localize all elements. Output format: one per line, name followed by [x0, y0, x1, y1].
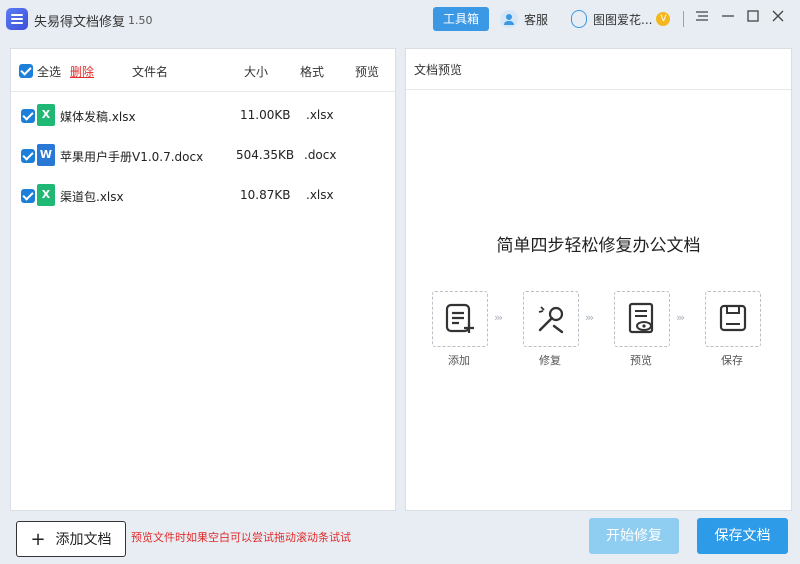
file-list-header: 全选 删除 文件名 大小 格式 预览 [11, 49, 395, 92]
step-save [705, 291, 761, 347]
plus-icon: + [30, 528, 46, 550]
qq-icon [571, 10, 587, 28]
file-checkbox[interactable] [21, 189, 35, 203]
select-all-label[interactable]: 全选 [37, 63, 61, 80]
step-add-label: 添加 [448, 354, 470, 367]
vip-badge-icon: V [656, 12, 671, 26]
file-format: .xlsx [306, 108, 334, 122]
file-format: .xlsx [306, 188, 334, 202]
repair-tools-icon [538, 306, 564, 334]
preview-document-icon [628, 302, 654, 334]
maximize-icon[interactable] [745, 9, 761, 27]
file-size: 11.00KB [240, 108, 291, 122]
add-document-icon [445, 303, 474, 333]
preview-title: 文档预览 [414, 63, 463, 77]
step-arrow-icon: ››› [676, 311, 685, 324]
step-repair-label: 修复 [539, 354, 561, 367]
file-checkbox[interactable] [21, 109, 35, 123]
toolbox-button[interactable]: 工具箱 [433, 7, 489, 31]
customer-service-icon [500, 10, 518, 28]
user-name: 图图爱花... [593, 12, 653, 27]
minimize-icon[interactable] [720, 9, 736, 27]
app-title: 失易得文档修复 [34, 15, 126, 30]
start-repair-button[interactable]: 开始修复 [589, 518, 679, 554]
file-size: 504.35KB [236, 148, 295, 162]
step-repair [523, 291, 579, 347]
file-name: 渠道包.xlsx [60, 190, 124, 204]
column-header-preview: 预览 [355, 65, 380, 79]
file-name: 媒体发稿.xlsx [60, 110, 136, 124]
file-row[interactable]: W 苹果用户手册V1.0.7.docx 504.35KB .docx [11, 136, 395, 176]
excel-icon: X [37, 104, 55, 126]
customer-service-label: 客服 [524, 12, 549, 27]
select-all-checkbox[interactable] [19, 64, 33, 78]
step-arrow-icon: ››› [585, 311, 594, 324]
file-row[interactable]: X 媒体发稿.xlsx 11.00KB .xlsx [11, 96, 395, 136]
excel-icon: X [37, 184, 55, 206]
customer-service-link[interactable]: 客服 [500, 8, 548, 30]
column-header-name: 文件名 [132, 65, 169, 79]
file-list-panel: 全选 删除 文件名 大小 格式 预览 X 媒体发稿.xlsx 11.00KB .… [10, 48, 396, 511]
step-add [432, 291, 488, 347]
titlebar-divider [683, 11, 684, 27]
step-preview [614, 291, 670, 347]
preview-hint-text: 预览文件时如果空白可以尝试拖动滚动条试试 [131, 531, 351, 544]
file-format: .docx [304, 148, 337, 162]
save-document-button[interactable]: 保存文档 [697, 518, 788, 554]
file-row[interactable]: X 渠道包.xlsx 10.87KB .xlsx [11, 176, 395, 216]
column-header-format: 格式 [300, 65, 325, 79]
user-account-link[interactable]: 图图爱花... V [571, 8, 671, 30]
document-preview-panel: 文档预览 简单四步轻松修复办公文档 添加 ››› 修复 ››› 预览 ››› 保… [405, 48, 792, 511]
file-name: 苹果用户手册V1.0.7.docx [60, 150, 204, 164]
word-icon: W [37, 144, 55, 166]
column-header-size: 大小 [244, 65, 269, 79]
save-disk-icon [719, 304, 747, 332]
menu-icon[interactable] [694, 9, 710, 27]
close-icon[interactable] [770, 9, 786, 27]
file-checkbox[interactable] [21, 149, 35, 163]
app-logo-icon [6, 8, 28, 30]
step-save-label: 保存 [721, 354, 743, 367]
app-version: 1.50 [128, 14, 153, 27]
file-size: 10.87KB [240, 188, 291, 202]
title-bar: 失易得文档修复 1.50 工具箱 客服 图图爱花... V [0, 0, 800, 40]
step-preview-label: 预览 [630, 354, 652, 367]
delete-link[interactable]: 删除 [70, 63, 94, 80]
preview-headline: 简单四步轻松修复办公文档 [496, 236, 701, 256]
preview-divider [406, 89, 791, 90]
add-document-label: 添加文档 [55, 532, 112, 548]
add-document-button[interactable]: + 添加文档 [16, 521, 126, 557]
step-arrow-icon: ››› [494, 311, 503, 324]
